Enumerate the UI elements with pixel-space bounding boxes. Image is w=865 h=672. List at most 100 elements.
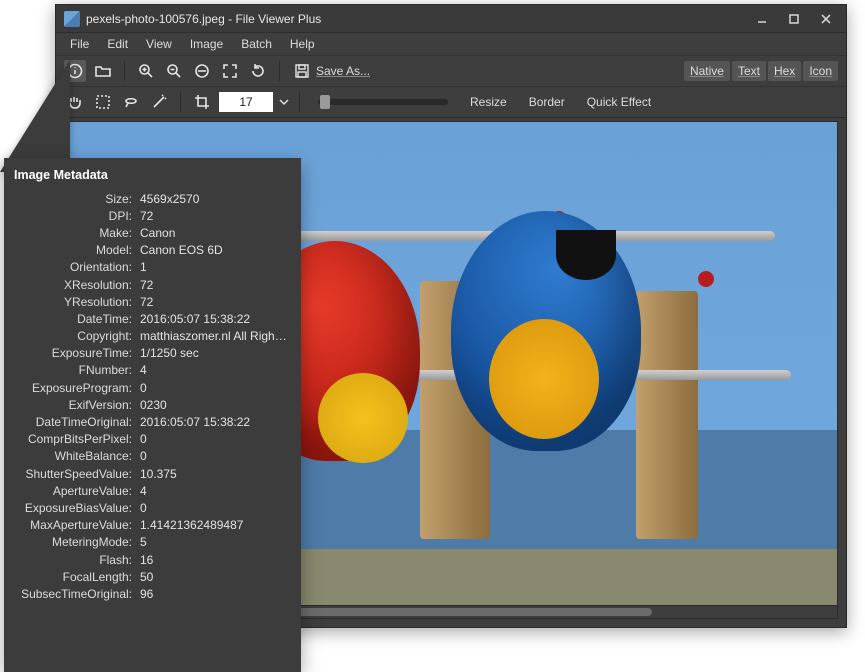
metadata-value: 96 — [138, 585, 289, 602]
menu-image[interactable]: Image — [182, 35, 231, 53]
window-title: pexels-photo-100576.jpeg - File Viewer P… — [86, 12, 746, 26]
zoom-fit-icon[interactable] — [191, 60, 213, 82]
fullscreen-icon[interactable] — [219, 60, 241, 82]
save-as-label: Save As... — [316, 64, 370, 78]
wand-tool-icon[interactable] — [148, 91, 170, 113]
metadata-row: Copyright:matthiaszomer.nl All Rights Re… — [12, 328, 289, 345]
metadata-value: 0 — [138, 448, 289, 465]
dropdown-caret-icon[interactable] — [279, 97, 289, 107]
rotate-icon[interactable] — [247, 60, 269, 82]
minimize-button[interactable] — [746, 8, 778, 30]
metadata-value: 0 — [138, 379, 289, 396]
crop-tool-icon[interactable] — [191, 91, 213, 113]
separator — [299, 92, 300, 112]
metadata-row: ComprBitsPerPixel:0 — [12, 431, 289, 448]
menu-view[interactable]: View — [138, 35, 180, 53]
metadata-table: Size:4569x2570DPI:72Make:CanonModel:Cano… — [12, 190, 289, 603]
slider-thumb[interactable] — [320, 95, 330, 109]
metadata-key: XResolution: — [12, 276, 138, 293]
metadata-row: ExposureTime:1/1250 sec — [12, 345, 289, 362]
size-slider[interactable] — [318, 99, 448, 105]
metadata-row: ExposureProgram:0 — [12, 379, 289, 396]
metadata-row: SubsecTimeOriginal:96 — [12, 585, 289, 602]
separator — [279, 61, 280, 81]
metadata-value: 2016:05:07 15:38:22 — [138, 413, 289, 430]
metadata-row: YResolution:72 — [12, 293, 289, 310]
viewtab-hex[interactable]: Hex — [768, 61, 801, 81]
close-button[interactable] — [810, 8, 842, 30]
metadata-row: FNumber:4 — [12, 362, 289, 379]
metadata-key: Make: — [12, 224, 138, 241]
toolbar-image: Resize Border Quick Effect — [56, 86, 846, 118]
metadata-value: 0230 — [138, 396, 289, 413]
metadata-row: FocalLength:50 — [12, 568, 289, 585]
metadata-key: MaxApertureValue: — [12, 517, 138, 534]
resize-button[interactable]: Resize — [462, 92, 515, 112]
metadata-value: Canon EOS 6D — [138, 242, 289, 259]
metadata-key: ExposureTime: — [12, 345, 138, 362]
metadata-key: DPI: — [12, 207, 138, 224]
metadata-value: 1 — [138, 259, 289, 276]
metadata-value: 0 — [138, 499, 289, 516]
open-folder-icon[interactable] — [92, 60, 114, 82]
metadata-row: ShutterSpeedValue:10.375 — [12, 465, 289, 482]
marquee-tool-icon[interactable] — [92, 91, 114, 113]
viewtab-text[interactable]: Text — [732, 61, 766, 81]
save-as-button[interactable]: Save As... — [290, 63, 374, 79]
metadata-key: SubsecTimeOriginal: — [12, 585, 138, 602]
quick-effect-button[interactable]: Quick Effect — [579, 92, 659, 112]
callout-wedge — [0, 60, 70, 172]
metadata-key: MeteringMode: — [12, 534, 138, 551]
view-mode-tabs: Native Text Hex Icon — [684, 61, 838, 81]
border-button[interactable]: Border — [521, 92, 573, 112]
titlebar: pexels-photo-100576.jpeg - File Viewer P… — [56, 5, 846, 33]
metadata-key: FNumber: — [12, 362, 138, 379]
metadata-value: 4 — [138, 362, 289, 379]
metadata-value: 5 — [138, 534, 289, 551]
metadata-value: 72 — [138, 207, 289, 224]
menu-file[interactable]: File — [62, 35, 97, 53]
menu-batch[interactable]: Batch — [233, 35, 280, 53]
zoom-in-icon[interactable] — [135, 60, 157, 82]
metadata-value: matthiaszomer.nl All Rights Res — [138, 328, 289, 345]
metadata-key: DateTimeOriginal: — [12, 413, 138, 430]
metadata-key: ExposureBiasValue: — [12, 499, 138, 516]
metadata-key: FocalLength: — [12, 568, 138, 585]
viewtab-icon[interactable]: Icon — [803, 61, 838, 81]
app-icon — [64, 11, 80, 27]
crop-value-input[interactable] — [219, 92, 273, 112]
menu-edit[interactable]: Edit — [99, 35, 136, 53]
metadata-panel: Image Metadata Size:4569x2570DPI:72Make:… — [4, 158, 301, 672]
separator — [124, 61, 125, 81]
metadata-key: ExposureProgram: — [12, 379, 138, 396]
metadata-row: Flash:16 — [12, 551, 289, 568]
metadata-value: Canon — [138, 224, 289, 241]
metadata-row: WhiteBalance:0 — [12, 448, 289, 465]
metadata-row: ExifVersion:0230 — [12, 396, 289, 413]
metadata-row: Orientation:1 — [12, 259, 289, 276]
metadata-row: DateTimeOriginal:2016:05:07 15:38:22 — [12, 413, 289, 430]
separator — [180, 92, 181, 112]
metadata-value: 4569x2570 — [138, 190, 289, 207]
metadata-row: ApertureValue:4 — [12, 482, 289, 499]
metadata-value: 72 — [138, 276, 289, 293]
menu-help[interactable]: Help — [282, 35, 323, 53]
metadata-key: DateTime: — [12, 310, 138, 327]
metadata-value: 16 — [138, 551, 289, 568]
metadata-key: Copyright: — [12, 328, 138, 345]
metadata-value: 72 — [138, 293, 289, 310]
metadata-value: 4 — [138, 482, 289, 499]
metadata-key: Orientation: — [12, 259, 138, 276]
metadata-value: 1.41421362489487 — [138, 517, 289, 534]
metadata-row: Size:4569x2570 — [12, 190, 289, 207]
metadata-row: DateTime:2016:05:07 15:38:22 — [12, 310, 289, 327]
metadata-title: Image Metadata — [14, 168, 289, 182]
lasso-tool-icon[interactable] — [120, 91, 142, 113]
maximize-button[interactable] — [778, 8, 810, 30]
metadata-row: DPI:72 — [12, 207, 289, 224]
metadata-row: MeteringMode:5 — [12, 534, 289, 551]
parrot-blue — [451, 211, 641, 451]
metadata-key: ApertureValue: — [12, 482, 138, 499]
zoom-out-icon[interactable] — [163, 60, 185, 82]
viewtab-native[interactable]: Native — [684, 61, 730, 81]
